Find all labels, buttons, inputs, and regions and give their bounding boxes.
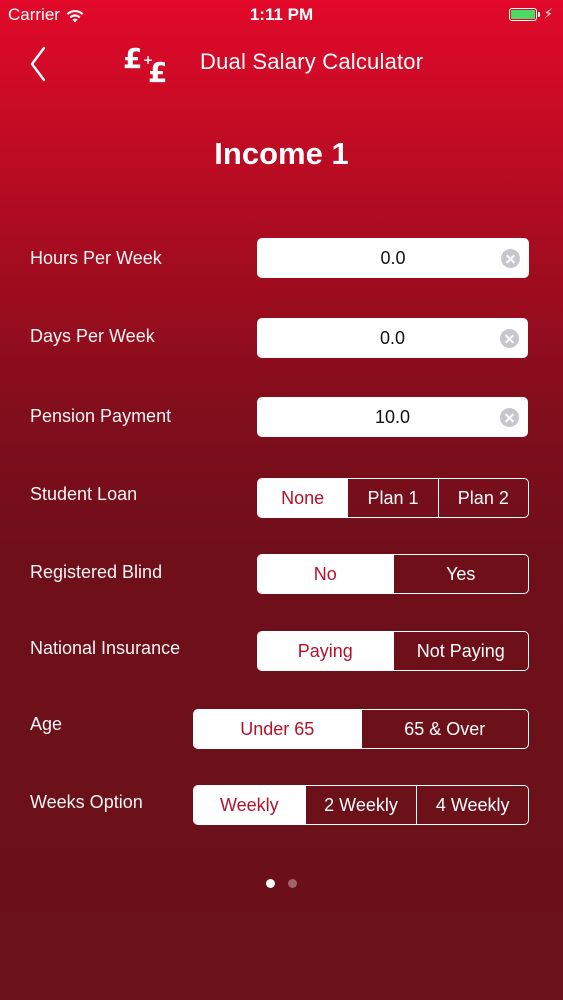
charging-bolt-icon: ⚡	[543, 6, 553, 21]
svg-text:£: £	[148, 56, 167, 84]
pension-payment-field[interactable]: 10.0	[257, 397, 528, 437]
national-insurance-segmented-control: Paying Not Paying	[257, 631, 529, 671]
national-insurance-label: National Insurance	[30, 638, 181, 658]
segment-not-paying[interactable]: Not Paying	[392, 632, 529, 670]
hours-per-week-field[interactable]: 0.0	[257, 238, 529, 278]
app-title: Dual Salary Calculator	[200, 49, 424, 74]
battery-nub	[537, 11, 540, 17]
back-button[interactable]	[22, 42, 62, 86]
page-control[interactable]	[0, 879, 563, 888]
segment-paying[interactable]: Paying	[258, 632, 393, 670]
clear-icon[interactable]	[501, 249, 520, 268]
segment-4-weekly[interactable]: 4 Weekly	[416, 786, 528, 824]
segment-65-and-over[interactable]: 65 & Over	[360, 710, 529, 748]
pension-payment-value: 10.0	[374, 407, 411, 427]
app-logo: £ + £	[122, 40, 176, 89]
weeks-option-segmented-control: Weekly 2 Weekly 4 Weekly	[193, 785, 529, 825]
registered-blind-segmented-control: No Yes	[257, 554, 529, 594]
days-per-week-label: Days Per Week	[30, 326, 155, 346]
page-title: Income 1	[214, 136, 349, 171]
battery-icon	[508, 7, 537, 21]
status-bar: Carrier 1:11 PM ⚡	[0, 0, 563, 30]
battery-fill	[510, 9, 535, 19]
page-dot-2[interactable]	[288, 879, 297, 888]
page-dot-1[interactable]	[266, 879, 275, 888]
registered-blind-label: Registered Blind	[30, 562, 163, 582]
hours-per-week-value: 0.0	[380, 248, 406, 268]
clear-icon[interactable]	[500, 408, 519, 427]
svg-text:£: £	[123, 42, 142, 75]
segment-yes[interactable]: Yes	[392, 555, 529, 593]
status-time: 1:11 PM	[249, 5, 314, 24]
segment-none[interactable]: None	[258, 479, 348, 517]
days-per-week-value: 0.0	[379, 328, 406, 348]
segment-no[interactable]: No	[258, 555, 393, 593]
segment-2-weekly[interactable]: 2 Weekly	[304, 786, 417, 824]
student-loan-label: Student Loan	[30, 484, 138, 504]
segment-plan-1[interactable]: Plan 1	[347, 479, 437, 517]
age-segmented-control: Under 65 65 & Over	[193, 709, 529, 749]
segment-under-65[interactable]: Under 65	[194, 710, 361, 748]
pound-pound-logo: £ + £	[123, 42, 167, 89]
hours-per-week-label: Hours Per Week	[30, 248, 162, 268]
weeks-option-label: Weeks Option	[30, 792, 143, 812]
chevron-left-icon	[30, 46, 46, 82]
battery-indicator: ⚡	[508, 6, 553, 22]
pension-payment-label: Pension Payment	[30, 406, 172, 426]
student-loan-segmented-control: None Plan 1 Plan 2	[257, 478, 529, 518]
days-per-week-field[interactable]: 0.0	[257, 318, 528, 358]
segment-plan-2[interactable]: Plan 2	[437, 479, 528, 517]
clear-icon[interactable]	[500, 329, 519, 348]
age-label: Age	[30, 714, 63, 734]
segment-weekly[interactable]: Weekly	[194, 786, 305, 824]
